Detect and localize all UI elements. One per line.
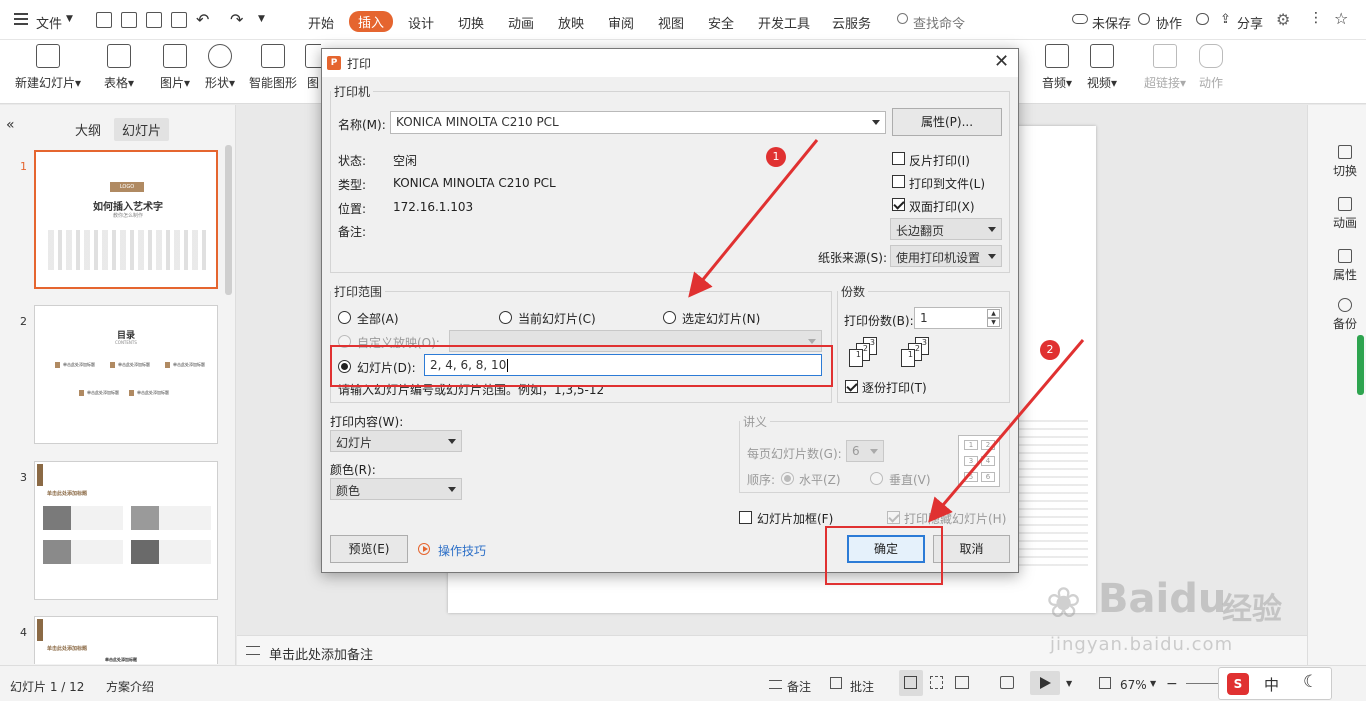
watermark-brand: Baidu bbox=[1098, 576, 1227, 622]
paw-logo-icon: ❀ bbox=[1046, 578, 1082, 627]
watermark-url: jingyan.baidu.com bbox=[1050, 634, 1234, 655]
annotation-arrow-2 bbox=[928, 339, 1085, 523]
watermark-brand-cn: 经验 bbox=[1222, 592, 1282, 627]
annotation-arrow-1 bbox=[688, 139, 819, 298]
annotation-step-1: 1 bbox=[766, 147, 786, 167]
baidu-watermark: ❀ Baidu 经验 jingyan.baidu.com bbox=[1046, 576, 1306, 664]
annotation-step-2: 2 bbox=[1040, 340, 1060, 360]
